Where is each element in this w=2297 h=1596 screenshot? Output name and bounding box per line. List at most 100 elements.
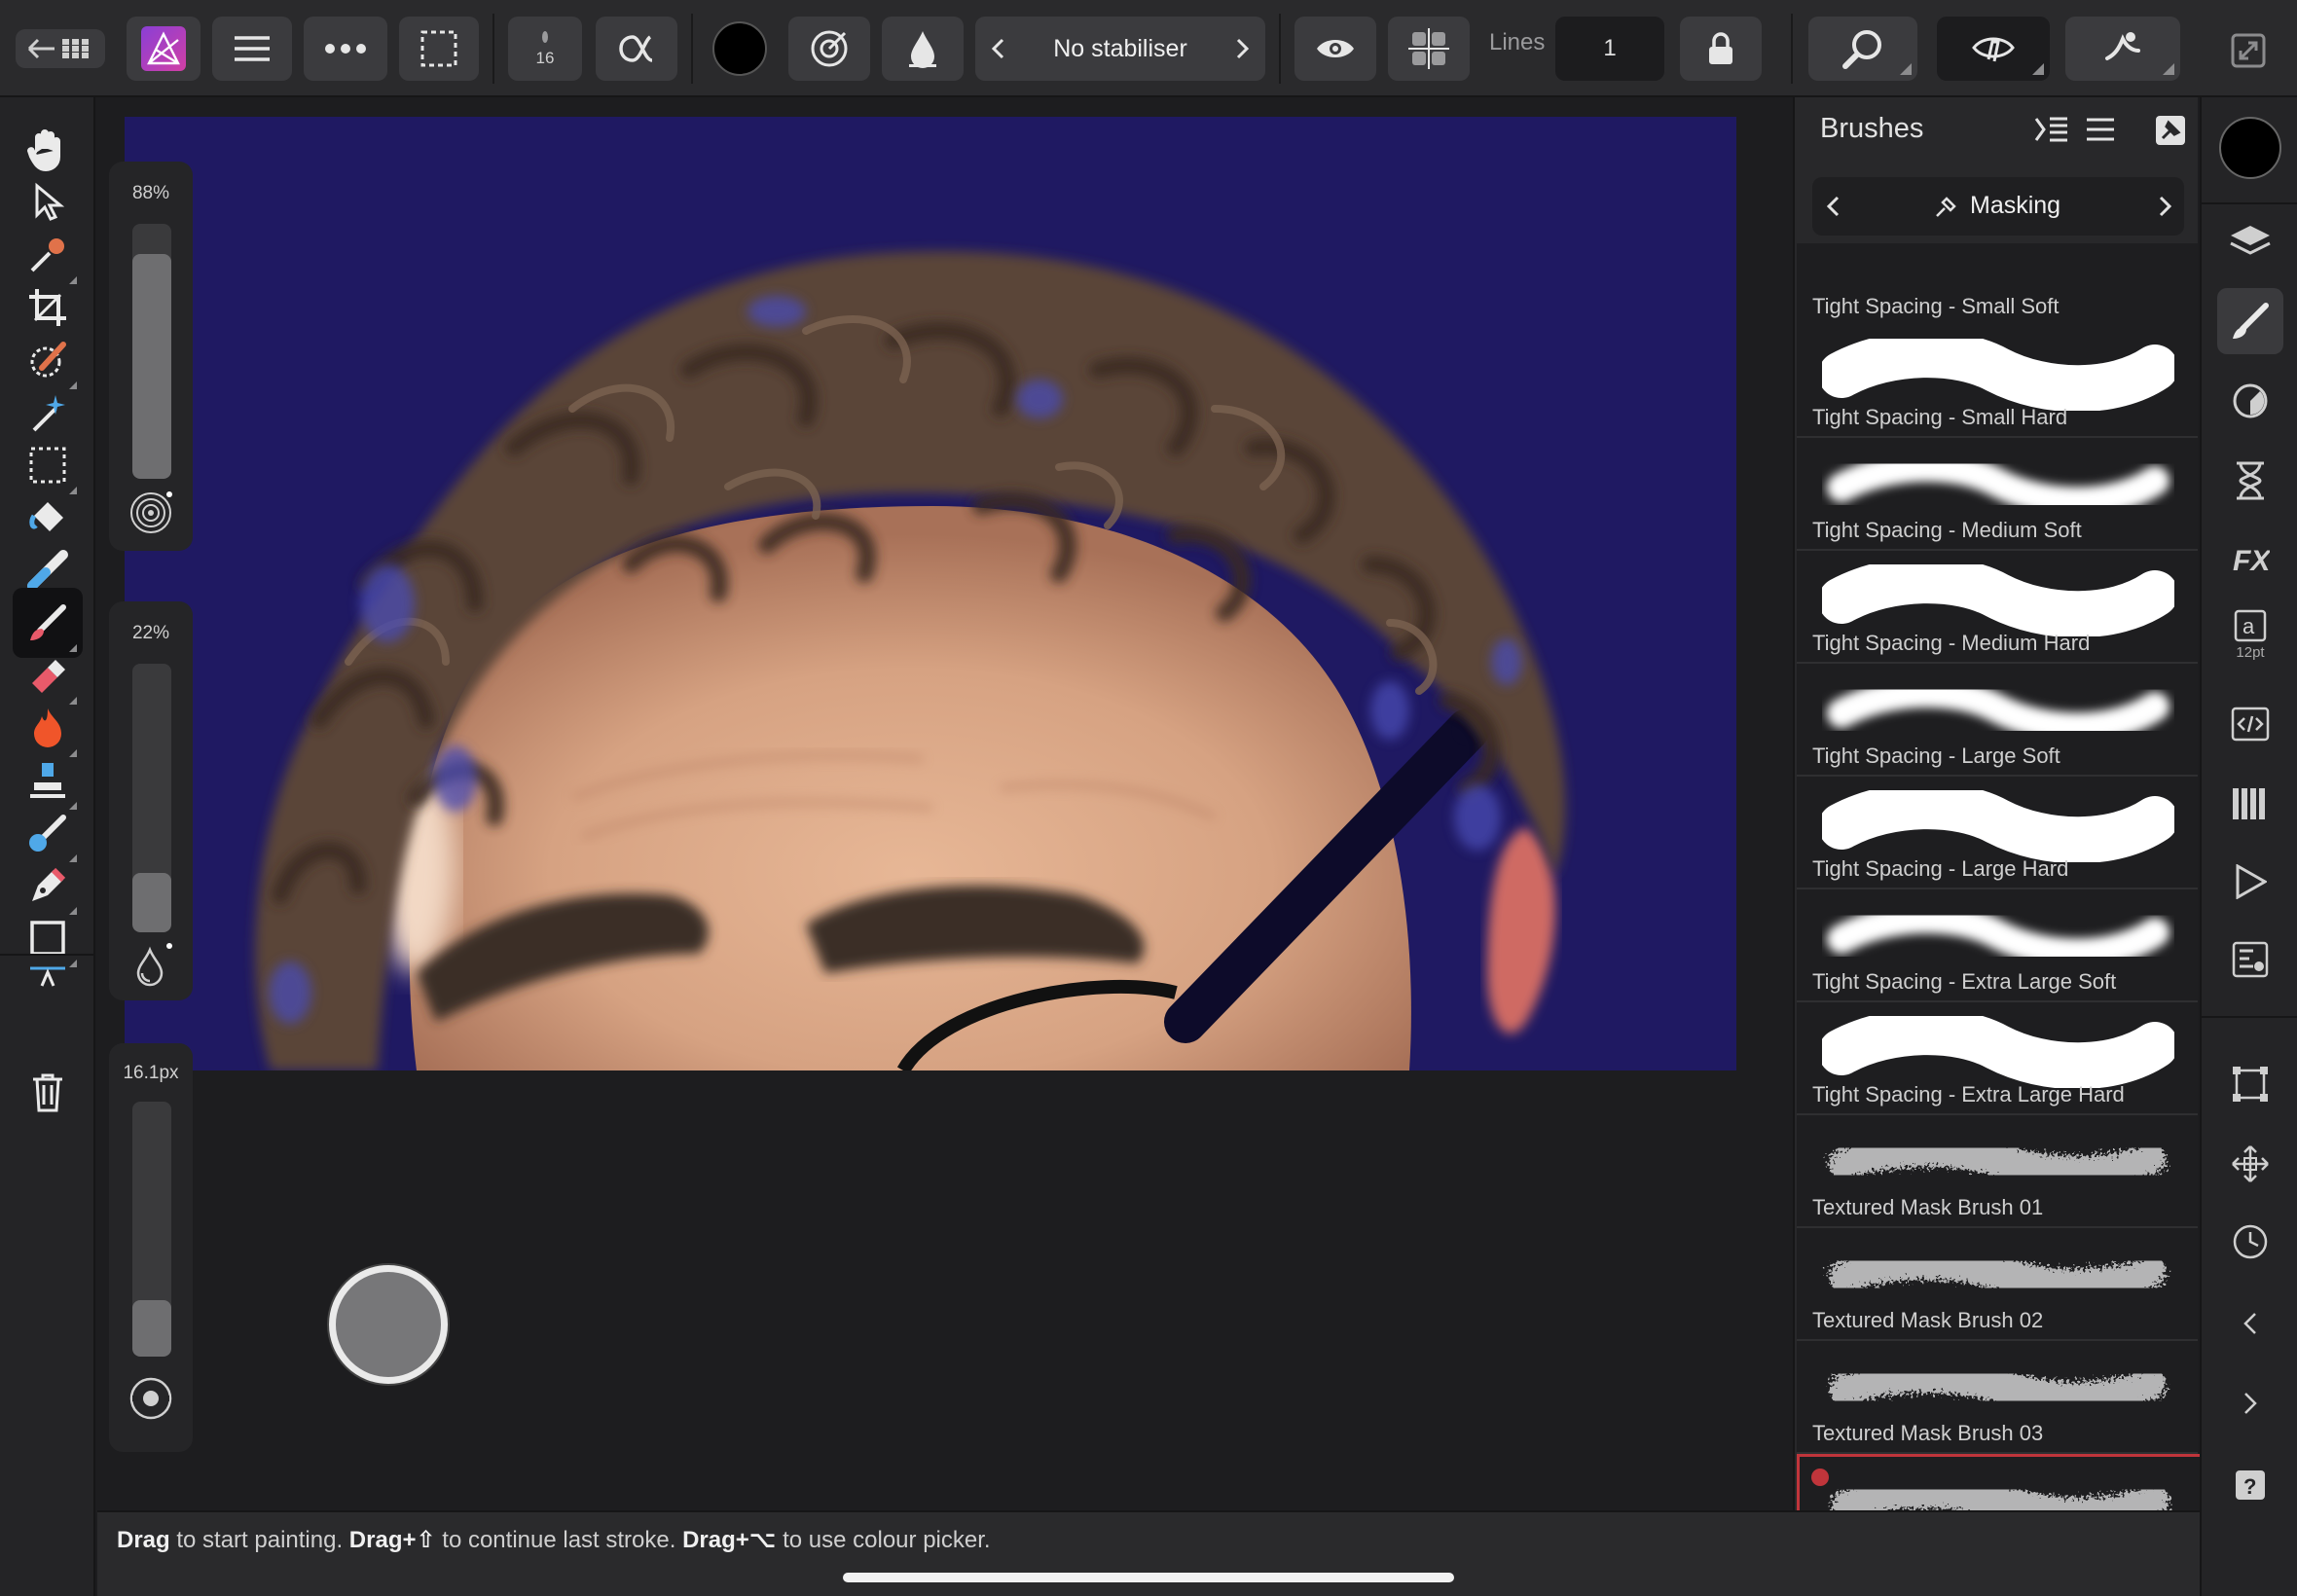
more-options-button[interactable] bbox=[304, 17, 387, 81]
brush-item[interactable]: Tight Spacing - Large Hard bbox=[1797, 777, 2198, 889]
assistant-button[interactable] bbox=[2065, 17, 2180, 81]
svg-text:?: ? bbox=[2243, 1474, 2256, 1499]
chevron-left-icon[interactable] bbox=[991, 38, 1004, 59]
zoom-button[interactable] bbox=[1808, 17, 1917, 81]
assistant-options-corner bbox=[2163, 63, 2174, 75]
brush-item[interactable]: Textured Mask Brush 01 bbox=[1797, 1115, 2198, 1228]
move-studio-button[interactable] bbox=[2217, 1131, 2283, 1197]
brush-item[interactable]: Tight Spacing - Small Soft bbox=[1797, 243, 2198, 327]
brush-category-label: Masking bbox=[1970, 192, 2061, 219]
rectangle-marquee-icon bbox=[28, 446, 67, 485]
lines-label: Lines bbox=[1489, 29, 1546, 55]
redo-button[interactable] bbox=[2217, 1370, 2283, 1436]
category-prev-icon[interactable] bbox=[1826, 196, 1840, 217]
brush-count-value: 16 bbox=[535, 49, 555, 67]
text-styles-studio-button[interactable]: a 12pt bbox=[2217, 601, 2283, 668]
brush-item[interactable]: Textured Mask Brush 03 bbox=[1797, 1341, 2198, 1454]
paint-quick-button[interactable] bbox=[329, 1265, 448, 1384]
delete-button[interactable] bbox=[13, 1057, 83, 1127]
alpha-icon bbox=[617, 31, 656, 66]
flow-slider-fill bbox=[132, 873, 171, 932]
selected-brush-indicator bbox=[1811, 1469, 1829, 1486]
stabiliser-selector[interactable]: No stabiliser bbox=[975, 17, 1265, 81]
brush-item[interactable]: Tight Spacing - Medium Soft bbox=[1797, 438, 2198, 551]
primary-color-swatch[interactable] bbox=[712, 21, 767, 76]
brush-item[interactable]: Textured Mask Brush 04 bbox=[1797, 1454, 2200, 1510]
history-studio-button[interactable] bbox=[2217, 448, 2283, 514]
flow-droplet-icon[interactable] bbox=[128, 942, 173, 989]
context-hint-bar: Drag to start painting. Drag+⇧ to contin… bbox=[97, 1510, 2200, 1596]
hardness-icon[interactable] bbox=[128, 490, 173, 535]
artistic-text-tool[interactable] bbox=[13, 956, 83, 991]
brush-category-selector[interactable]: Masking bbox=[1812, 177, 2184, 236]
code-studio-button[interactable] bbox=[2217, 691, 2283, 757]
opacity-slider[interactable] bbox=[132, 224, 171, 479]
layers-studio-button[interactable] bbox=[2217, 208, 2283, 274]
brush-item[interactable]: Tight Spacing - Extra Large Hard bbox=[1797, 1002, 2198, 1115]
macros-studio-button[interactable] bbox=[2217, 849, 2283, 915]
swatches-studio-button[interactable] bbox=[2217, 771, 2283, 837]
color-studio-swatch[interactable] bbox=[2219, 117, 2281, 179]
brush-item[interactable]: Tight Spacing - Small Hard bbox=[1797, 325, 2198, 438]
brush-list[interactable]: Tight Spacing - Small Soft Tight Spacing… bbox=[1795, 243, 2200, 1510]
symmetry-button[interactable] bbox=[1388, 17, 1470, 81]
exit-fullscreen-button[interactable] bbox=[2227, 29, 2270, 72]
fx-icon: FX bbox=[2231, 541, 2270, 576]
blend-mode-button[interactable] bbox=[596, 17, 677, 81]
panel-menu-icon[interactable] bbox=[2085, 117, 2116, 142]
menu-button[interactable] bbox=[212, 17, 292, 81]
hamburger-icon bbox=[233, 34, 272, 63]
width-slider-panel: 16.1px bbox=[109, 1043, 193, 1452]
brush-label: Tight Spacing - Small Hard bbox=[1812, 405, 2068, 429]
brush-item[interactable]: Tight Spacing - Medium Hard bbox=[1797, 551, 2198, 664]
text-style-icon: a bbox=[2234, 609, 2267, 642]
help-button[interactable]: ? bbox=[2217, 1452, 2283, 1518]
tools-panel bbox=[0, 97, 95, 1596]
history-clock-button[interactable] bbox=[2217, 1209, 2283, 1275]
hint-segment: Drag bbox=[117, 1527, 170, 1553]
document-canvas[interactable] bbox=[125, 117, 1736, 1070]
selection-button[interactable] bbox=[399, 17, 479, 81]
home-indicator[interactable] bbox=[843, 1573, 1454, 1582]
code-icon bbox=[2231, 707, 2270, 742]
brush-dynamics-button[interactable] bbox=[788, 17, 870, 81]
brush-tip-icon bbox=[540, 29, 550, 45]
wet-edges-button[interactable] bbox=[882, 17, 964, 81]
assistant-icon bbox=[2101, 29, 2144, 68]
rectangle-icon bbox=[29, 920, 66, 957]
navigator-studio-button[interactable] bbox=[2217, 926, 2283, 993]
back-to-gallery-button[interactable] bbox=[16, 29, 105, 68]
undo-button[interactable] bbox=[2217, 1290, 2283, 1357]
category-next-icon[interactable] bbox=[2159, 196, 2172, 217]
width-slider[interactable] bbox=[132, 1102, 171, 1357]
pen-nib-icon bbox=[26, 864, 69, 907]
brush-label: Tight Spacing - Extra Large Soft bbox=[1812, 969, 2117, 994]
brush-item[interactable]: Tight Spacing - Large Soft bbox=[1797, 664, 2198, 777]
persona-button[interactable] bbox=[127, 17, 201, 81]
adjustments-studio-button[interactable] bbox=[2217, 368, 2283, 434]
brush-item[interactable]: Tight Spacing - Extra Large Soft bbox=[1797, 889, 2198, 1002]
brushes-studio-button[interactable] bbox=[2217, 288, 2283, 354]
flow-value: 22% bbox=[131, 623, 170, 643]
pin-panel-icon[interactable] bbox=[2155, 115, 2186, 146]
effects-studio-button[interactable]: FX bbox=[2217, 526, 2283, 592]
brush-item[interactable]: Textured Mask Brush 02 bbox=[1797, 1228, 2198, 1341]
brush-stroke-preview bbox=[1829, 1247, 2168, 1302]
brush-size-count-button[interactable]: 16 bbox=[508, 17, 582, 81]
flow-slider-panel: 22% bbox=[109, 601, 193, 1000]
hint-segment: Drag+⌥ bbox=[682, 1527, 777, 1553]
visibility-button[interactable] bbox=[1294, 17, 1376, 81]
transform-studio-button[interactable] bbox=[2217, 1051, 2283, 1117]
flow-slider[interactable] bbox=[132, 664, 171, 932]
width-value: 16.1px bbox=[123, 1063, 179, 1083]
chevron-right-icon[interactable] bbox=[1236, 38, 1250, 59]
brush-options-icon[interactable] bbox=[128, 1376, 173, 1421]
lines-value-field[interactable]: 1 bbox=[1555, 17, 1664, 81]
clock-icon bbox=[2231, 1222, 2270, 1261]
top-toolbar: 16 No stabiliser Lines 1 bbox=[0, 0, 2297, 97]
lock-button[interactable] bbox=[1680, 17, 1762, 81]
view-mode-button[interactable] bbox=[1937, 17, 2050, 81]
pointer-arrow-icon bbox=[31, 182, 64, 223]
panel-expand-icon[interactable] bbox=[2034, 115, 2069, 144]
stabiliser-label: No stabiliser bbox=[1053, 34, 1187, 62]
